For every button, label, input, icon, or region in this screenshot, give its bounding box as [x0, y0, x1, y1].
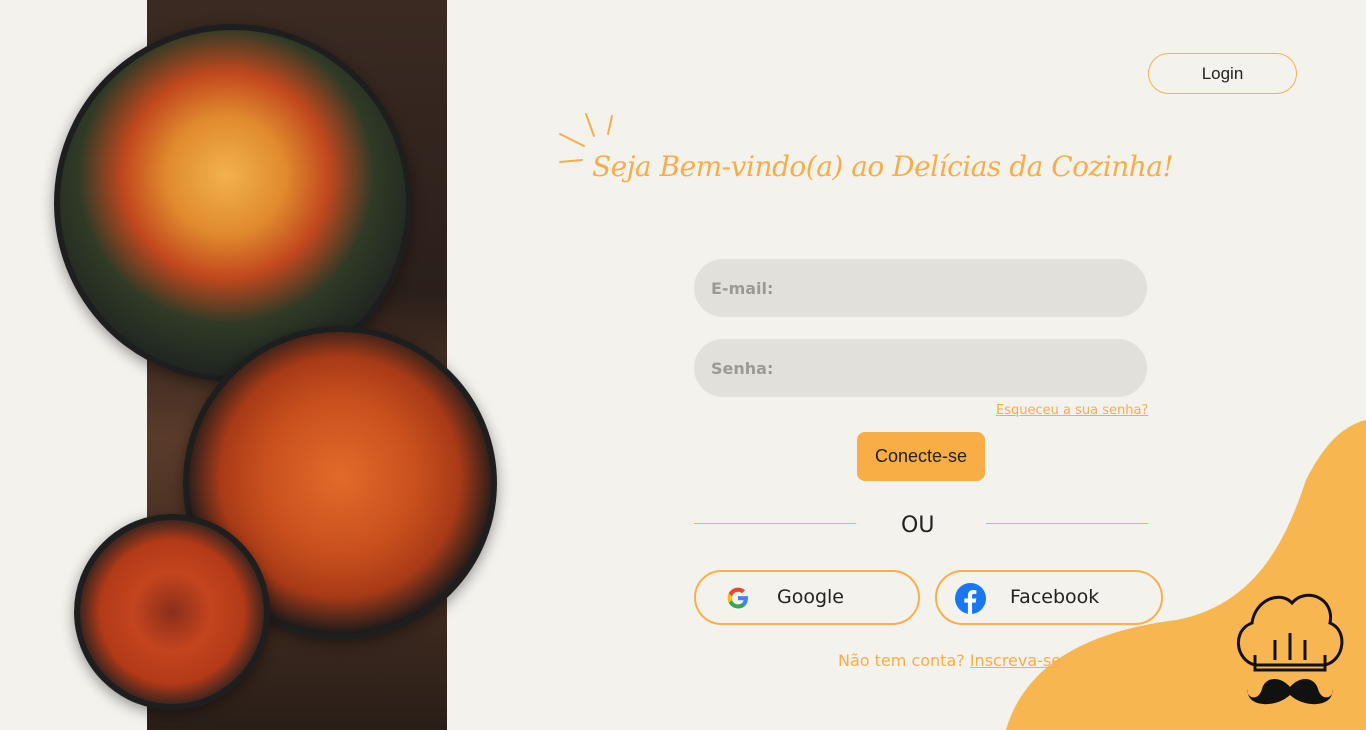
page-title: Seja Bem-vindo(a) ao Delícias da Cozinha… — [592, 150, 1174, 183]
email-field[interactable]: E-mail: — [694, 259, 1147, 317]
connect-button[interactable]: Conecte-se — [857, 432, 985, 481]
google-label: Google — [777, 586, 845, 608]
password-field[interactable]: Senha: — [694, 339, 1147, 397]
google-icon — [727, 587, 748, 609]
chef-hat-icon — [1236, 593, 1344, 705]
forgot-password-link[interactable]: Esqueceu a sua senha? — [996, 403, 1148, 418]
facebook-login-button[interactable]: Facebook — [935, 570, 1163, 625]
facebook-label: Facebook — [1010, 586, 1100, 608]
spaghetti-meatballs-image — [74, 514, 270, 710]
divider-line-left — [694, 523, 856, 524]
signup-link[interactable]: Inscreva-se — [970, 651, 1061, 670]
divider-line-right — [986, 523, 1148, 524]
signup-text: Não tem conta? — [838, 651, 965, 670]
login-button[interactable]: Login — [1148, 53, 1297, 94]
google-login-button[interactable]: Google — [694, 570, 920, 625]
divider-label: OU — [901, 513, 935, 538]
facebook-icon — [955, 583, 986, 614]
signup-prompt: Não tem conta? Inscreva-se — [838, 651, 1061, 670]
